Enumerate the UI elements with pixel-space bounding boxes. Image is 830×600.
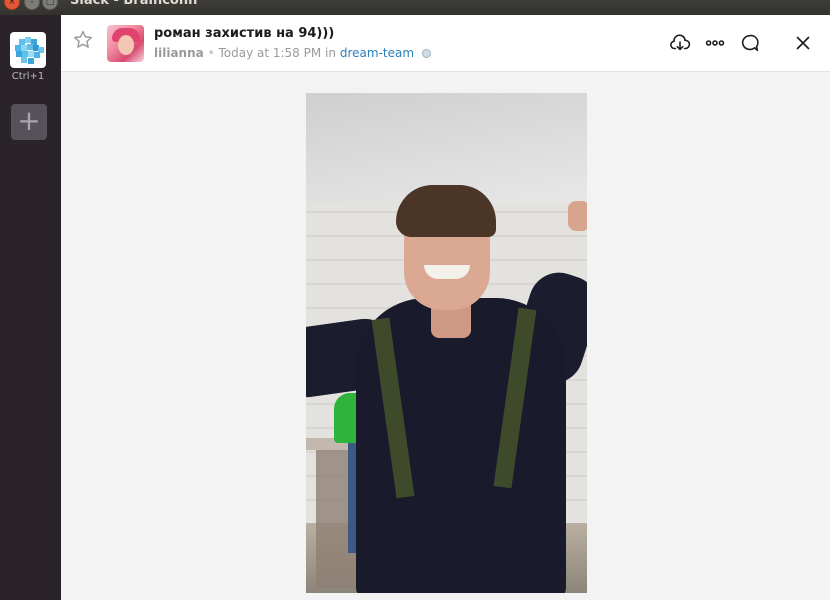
close-icon[interactable] xyxy=(792,32,814,54)
meta-separator: • xyxy=(207,46,215,60)
team-icon-brainconn[interactable] xyxy=(10,32,46,68)
author-name[interactable]: lilianna xyxy=(154,46,204,60)
file-header: роман захистив на 94))) lilianna • Today… xyxy=(61,15,830,72)
shared-photo[interactable] xyxy=(306,93,587,593)
avatar[interactable] xyxy=(107,25,144,62)
timestamp: Today at 1:58 PM xyxy=(218,46,322,60)
channel-link[interactable]: dream-team xyxy=(340,46,414,60)
file-title: роман захистив на 94))) xyxy=(154,26,335,41)
file-meta: lilianna • Today at 1:58 PM in dream-tea… xyxy=(154,46,431,60)
channel-status-icon xyxy=(421,49,431,58)
team-sidebar: Ctrl+1 + xyxy=(0,15,61,600)
add-team-button[interactable]: + xyxy=(11,104,47,140)
window-close-button[interactable]: × xyxy=(4,0,20,10)
comment-icon[interactable] xyxy=(739,32,761,54)
file-preview-pane: роман захистив на 94))) lilianna • Today… xyxy=(61,15,830,600)
window-title: Slack - Brainconn xyxy=(70,0,198,8)
download-icon[interactable] xyxy=(669,32,691,54)
team-shortcut-label: Ctrl+1 xyxy=(11,71,45,82)
more-icon[interactable] xyxy=(704,32,726,54)
window-titlebar: × – □ Slack - Brainconn xyxy=(0,0,830,15)
star-icon[interactable] xyxy=(72,29,94,51)
window-minimize-button[interactable]: – xyxy=(24,0,40,10)
in-label: in xyxy=(325,46,336,60)
window-maximize-button[interactable]: □ xyxy=(42,0,58,10)
